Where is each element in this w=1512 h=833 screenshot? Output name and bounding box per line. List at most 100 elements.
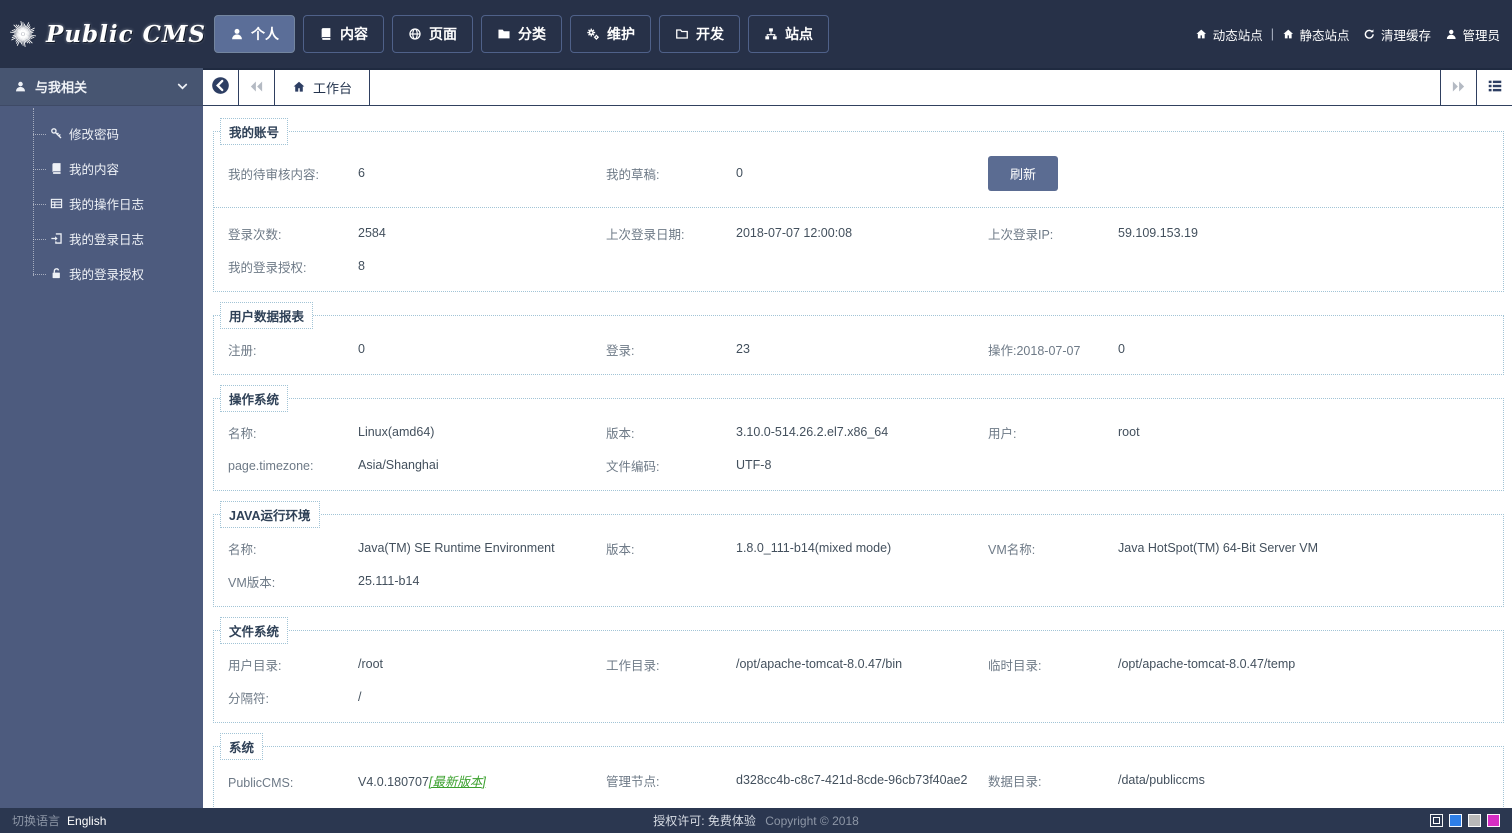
field-label: 工作目录:	[606, 659, 660, 673]
field-cell: page.timezone: Asia/Shanghai	[228, 458, 606, 473]
section-1: 用户数据报表 注册: 0 登录: 23 操作:2018-07-07 0	[213, 302, 1504, 375]
nav-tab-folder-open[interactable]: 开发	[659, 15, 740, 53]
field-cell: 上次登录IP: 59.109.153.19	[988, 224, 1503, 243]
scroll-tabs-left-button[interactable]	[239, 70, 275, 105]
sidebar-item-key[interactable]: 修改密码	[0, 116, 203, 151]
field-cell: VM版本: 25.111-b14	[228, 572, 606, 591]
field-cell: 登录次数: 2584	[228, 224, 606, 243]
tab-workbench[interactable]: 工作台	[275, 70, 371, 105]
dotted-divider	[214, 207, 1503, 208]
field-cell: 版本: 3.10.0-514.26.2.el7.x86_64	[606, 423, 988, 442]
quick-link-label: 管理员	[1462, 28, 1500, 43]
quick-link-home[interactable]: 动态站点	[1195, 25, 1263, 44]
field-cell: PublicCMS: V4.0.180707[最新版本]	[228, 771, 606, 790]
sidebar-item-signin[interactable]: 我的登录日志	[0, 221, 203, 256]
home-icon	[1196, 29, 1207, 39]
license-link[interactable]: 免费体验	[708, 814, 756, 828]
unlock-icon	[52, 268, 60, 279]
field-label: 名称:	[228, 543, 257, 557]
footer-license: 授权许可: 免费体验 Copyright © 2018	[653, 812, 859, 829]
theme-gray-swatch[interactable]	[1468, 814, 1481, 827]
field-cell: 注册: 0	[228, 340, 606, 359]
section-legend: JAVA运行环境	[220, 501, 320, 528]
field-value: 25.111-b14	[358, 573, 420, 588]
field-cell: 操作:2018-07-07 0	[988, 340, 1503, 359]
field-label: 文件编码:	[606, 460, 660, 474]
field-label: 注册:	[228, 344, 257, 358]
theme-current-swatch[interactable]	[1430, 814, 1443, 827]
field-label: 用户:	[988, 427, 1017, 441]
sidebar-item-unlock[interactable]: 我的登录授权	[0, 256, 203, 291]
nav-tab-user[interactable]: 个人	[214, 15, 295, 53]
field-row: 名称: Java(TM) SE Runtime Environment 版本: 1.8…	[214, 532, 1503, 565]
nav-tab-book[interactable]: 内容	[303, 15, 384, 53]
brand[interactable]: Public CMS	[0, 6, 206, 62]
field-row: 磁盘空间:39GB	[214, 797, 1503, 808]
nav-tab-label: 内容	[340, 26, 368, 42]
main-nav: 个人 内容 页面 分类 维护 开发 站点	[214, 15, 829, 53]
field-cell: 上次登录日期: 2018-07-07 12:00:08	[606, 224, 988, 243]
section-legend: 操作系统	[220, 385, 289, 412]
main-content: 我的账号 我的待审核内容: 6 我的草稿: 0 刷新 登录次数: 2584 上次登录日期: 201…	[203, 108, 1512, 808]
sidebar: 与我相关 修改密码 我的内容我的操作日志我的登录日志 我的登录授权	[0, 68, 203, 808]
footer: 切换语言 English 授权许可: 免费体验 Copyright © 2018	[0, 808, 1512, 833]
nav-tab-globe[interactable]: 页面	[392, 15, 473, 53]
field-value: 6	[358, 165, 365, 180]
folder-icon	[498, 29, 510, 39]
field-value: d328cc4b-c8c7-421d-8cde-96cb73f40ae2	[736, 772, 968, 787]
language-link[interactable]: English	[67, 814, 106, 828]
th-list-icon	[1488, 80, 1501, 92]
quick-link-label: 静态站点	[1299, 28, 1350, 43]
quick-link-refresh[interactable]: 清理缓存	[1363, 25, 1431, 44]
brand-name: Public CMS	[46, 20, 206, 48]
dbl-right-icon	[1452, 81, 1465, 92]
theme-magenta-swatch[interactable]	[1487, 814, 1500, 827]
nav-tab-folder[interactable]: 分类	[481, 15, 562, 53]
sidebar-item-label: 我的操作日志	[69, 198, 145, 212]
field-row: 登录次数: 2584 上次登录日期: 2018-07-07 12:00:08 上次登录I…	[214, 217, 1503, 250]
section-3: JAVA运行环境名称: Java(TM) SE Runtime Environme…	[213, 501, 1504, 607]
section-0: 我的账号 我的待审核内容: 6 我的草稿: 0 刷新 登录次数: 2584 上次登录日期: 201…	[213, 118, 1504, 292]
home-icon	[1283, 29, 1293, 39]
latest-version-link[interactable]: [最新版本]	[429, 775, 486, 789]
back-button[interactable]	[203, 70, 239, 105]
field-cell: 工作目录: /opt/apache-tomcat-8.0.47/bin	[606, 655, 988, 674]
refresh-button[interactable]: 刷新	[988, 156, 1059, 191]
separator: |	[1270, 27, 1274, 41]
gears-icon	[587, 28, 599, 40]
tab-toolbar: 工作台	[203, 68, 1512, 106]
field-label: 我的登录授权:	[228, 261, 307, 275]
quick-link-user[interactable]: 管理员	[1445, 25, 1500, 44]
field-row: 我的登录授权: 8	[214, 250, 1503, 283]
nav-tab-gears[interactable]: 维护	[570, 15, 651, 53]
nav-tab-sitemap[interactable]: 站点	[748, 15, 829, 53]
sidebar-group-about-me[interactable]: 与我相关	[0, 68, 203, 106]
book-icon	[52, 163, 61, 174]
copyright-text: Copyright © 2018	[765, 814, 859, 828]
tab-list-button[interactable]	[1476, 70, 1512, 105]
field-value: /root	[358, 656, 384, 671]
field-value: root	[1118, 424, 1140, 439]
field-row: 我的待审核内容: 6 我的草稿: 0 刷新	[214, 149, 1503, 198]
signin-icon	[51, 233, 62, 244]
field-cell: 版本: 1.8.0_111-b14(mixed mode)	[606, 539, 988, 558]
theme-blue-swatch[interactable]	[1449, 814, 1462, 827]
chevron-down-icon	[177, 83, 188, 90]
quick-link-home[interactable]: 静态站点	[1282, 25, 1350, 44]
sidebar-item-book[interactable]: 我的内容	[0, 151, 203, 186]
field-label: 分隔符:	[228, 692, 269, 706]
field-label: VM名称:	[988, 543, 1036, 557]
book-icon	[321, 28, 331, 40]
field-value: 23	[736, 341, 750, 356]
user-icon	[15, 81, 26, 91]
section-legend: 系统	[220, 733, 264, 760]
sidebar-item-table[interactable]: 我的操作日志	[0, 186, 203, 221]
scroll-tabs-right-button[interactable]	[1440, 70, 1476, 105]
field-value: /opt/apache-tomcat-8.0.47/temp	[1118, 656, 1296, 671]
field-cell: 管理节点: d328cc4b-c8c7-421d-8cde-96cb73f40ae…	[606, 771, 988, 790]
field-value: 0	[358, 341, 365, 356]
publiccms-dashboard: Public CMS 个人 内容 页面 分类 维护 开发 站点 动态站点 | 静态站点 清理缓存管…	[0, 0, 1512, 833]
field-row: 分隔符: /	[214, 681, 1503, 714]
tab-workbench-label: 工作台	[313, 81, 353, 96]
field-value: Java(TM) SE Runtime Environment	[358, 540, 555, 555]
